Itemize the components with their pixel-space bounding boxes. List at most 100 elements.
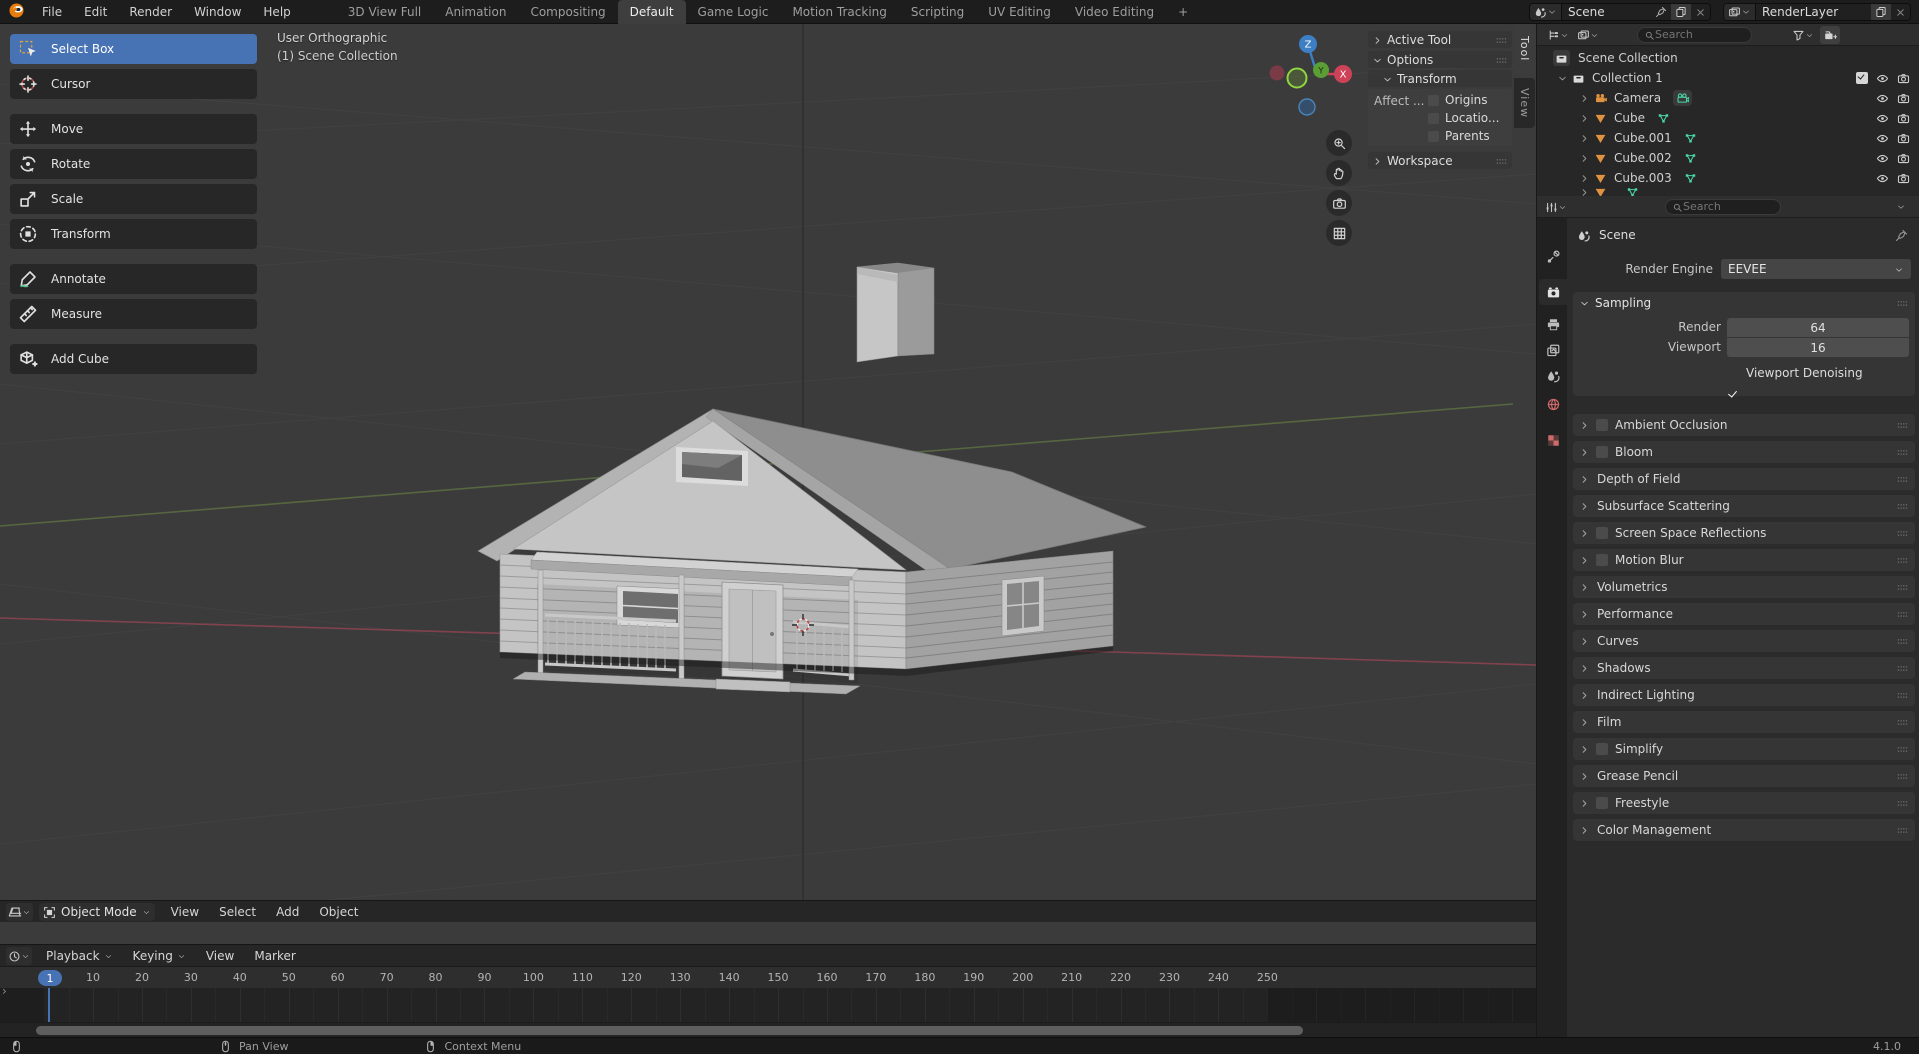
outliner-row-collection 1[interactable]: Collection 1 <box>1537 68 1919 88</box>
menu-edit[interactable]: Edit <box>73 0 118 24</box>
timeline-menu-view[interactable]: View <box>196 949 244 963</box>
outliner-row-cube[interactable]: Cube <box>1537 108 1919 128</box>
tool-transform[interactable]: Transform <box>10 219 257 249</box>
properties-search[interactable] <box>1665 199 1781 215</box>
hide-toggle[interactable] <box>1876 111 1889 125</box>
npanel-options[interactable]: Options <box>1368 51 1512 68</box>
section-checkbox[interactable] <box>1596 797 1608 809</box>
section-simplify[interactable]: Simplify <box>1573 738 1915 760</box>
close-icon[interactable] <box>1891 4 1910 20</box>
editor-type-button[interactable] <box>6 903 33 921</box>
outliner-search-input[interactable] <box>1655 28 1745 41</box>
properties-tab-output[interactable] <box>1539 311 1567 337</box>
playhead-line[interactable] <box>48 988 50 1022</box>
tool-annotate[interactable]: Annotate <box>10 264 257 294</box>
section-ambient-occlusion[interactable]: Ambient Occlusion <box>1573 414 1915 436</box>
section-checkbox[interactable] <box>1596 446 1608 458</box>
hide-toggle[interactable] <box>1876 91 1889 105</box>
outliner-row-cube-003[interactable]: Cube.003 <box>1537 168 1919 188</box>
outliner-filter-dropdown[interactable] <box>1790 26 1816 44</box>
add-workspace-button[interactable]: + <box>1166 0 1200 24</box>
section-motion-blur[interactable]: Motion Blur <box>1573 549 1915 571</box>
pin-icon[interactable] <box>1651 4 1671 20</box>
blender-logo-icon[interactable] <box>8 2 25 22</box>
workspace-tab-default[interactable]: Default <box>618 0 686 24</box>
current-frame-badge[interactable]: 1 <box>38 970 62 986</box>
browse-scene-button[interactable] <box>1530 4 1562 20</box>
scene-name[interactable]: Scene <box>1562 5 1651 19</box>
npanel-workspace[interactable]: Workspace <box>1368 152 1512 169</box>
navigation-gizmo[interactable]: Z Y X <box>1258 32 1368 142</box>
hide-toggle[interactable] <box>1876 131 1889 145</box>
outliner-display-mode-dropdown[interactable] <box>1545 26 1571 44</box>
npanel-transform[interactable]: Transform <box>1368 70 1512 87</box>
menu-render[interactable]: Render <box>118 0 183 24</box>
tool-cursor[interactable]: Cursor <box>10 69 257 99</box>
section-color-management[interactable]: Color Management <box>1573 819 1915 841</box>
render-visibility-toggle[interactable] <box>1897 111 1910 125</box>
properties-tab-texture[interactable] <box>1539 427 1567 453</box>
section-checkbox[interactable] <box>1596 554 1608 566</box>
properties-tab-render[interactable] <box>1539 279 1567 305</box>
timeline-scrollbar-thumb[interactable] <box>36 1026 1303 1035</box>
outliner-filter-mode-dropdown[interactable] <box>1575 26 1601 44</box>
section-subsurface-scattering[interactable]: Subsurface Scattering <box>1573 495 1915 517</box>
properties-options-dropdown[interactable] <box>1891 198 1911 216</box>
section-checkbox[interactable] <box>1596 743 1608 755</box>
tool-rotate[interactable]: Rotate <box>10 149 257 179</box>
new-layer-button[interactable] <box>1871 4 1891 20</box>
close-icon[interactable] <box>1691 4 1710 20</box>
timeline-menu-playback[interactable]: Playback <box>36 949 123 963</box>
checkbox[interactable] <box>1428 95 1439 106</box>
section-screen-space-reflections[interactable]: Screen Space Reflections <box>1573 522 1915 544</box>
render-layer-name[interactable]: RenderLayer <box>1756 5 1871 19</box>
outliner-row-scene-collection[interactable]: Scene Collection <box>1537 48 1919 68</box>
tool-scale[interactable]: Scale <box>10 184 257 214</box>
menu-file[interactable]: File <box>31 0 73 24</box>
outliner-search[interactable] <box>1637 27 1752 43</box>
tool-select-box[interactable]: Select Box <box>10 34 257 64</box>
outliner-row-cube-001[interactable]: Cube.001 <box>1537 128 1919 148</box>
pan-button[interactable] <box>1326 160 1352 186</box>
section-checkbox[interactable] <box>1596 527 1608 539</box>
timeline-editor-type-button[interactable] <box>6 947 32 965</box>
render-visibility-toggle[interactable] <box>1897 131 1910 145</box>
hide-toggle[interactable] <box>1876 151 1889 165</box>
render-engine-dropdown[interactable]: EEVEE <box>1721 259 1911 279</box>
section-curves[interactable]: Curves <box>1573 630 1915 652</box>
viewport-menu-select[interactable]: Select <box>209 905 266 919</box>
timeline-ruler[interactable]: 1020304050607080901001101201301401501601… <box>0 966 1536 988</box>
section-indirect-lighting[interactable]: Indirect Lighting <box>1573 684 1915 706</box>
npanel-tab-view[interactable]: View <box>1514 78 1535 128</box>
section-shadows[interactable]: Shadows <box>1573 657 1915 679</box>
checkbox[interactable] <box>1428 131 1439 142</box>
tool-move[interactable]: Move <box>10 114 257 144</box>
workspace-tab-scripting[interactable]: Scripting <box>899 0 976 24</box>
tool-measure[interactable]: Measure <box>10 299 257 329</box>
new-collection-button[interactable] <box>1820 26 1840 44</box>
section-bloom[interactable]: Bloom <box>1573 441 1915 463</box>
checkbox[interactable] <box>1428 113 1439 124</box>
outliner-row-cube-002[interactable]: Cube.002 <box>1537 148 1919 168</box>
workspace-tab-uv-editing[interactable]: UV Editing <box>976 0 1063 24</box>
viewport-menu-view[interactable]: View <box>161 905 209 919</box>
section-grease-pencil[interactable]: Grease Pencil <box>1573 765 1915 787</box>
workspace-tab-video-editing[interactable]: Video Editing <box>1063 0 1166 24</box>
section-checkbox[interactable] <box>1596 419 1608 431</box>
sampling-viewport-field[interactable]: 16 <box>1727 338 1909 357</box>
section-depth-of-field[interactable]: Depth of Field <box>1573 468 1915 490</box>
viewport-menu-add[interactable]: Add <box>266 905 309 919</box>
timeline-expand-chevron[interactable]: › <box>2 984 7 998</box>
toggle-ortho-button[interactable] <box>1326 220 1352 246</box>
new-scene-button[interactable] <box>1671 4 1691 20</box>
render-visibility-toggle[interactable] <box>1897 71 1910 85</box>
hide-toggle[interactable] <box>1876 171 1889 185</box>
workspace-tab-compositing[interactable]: Compositing <box>518 0 617 24</box>
affect-locatio[interactable]: Locatio... <box>1428 110 1499 126</box>
section-volumetrics[interactable]: Volumetrics <box>1573 576 1915 598</box>
zoom-button[interactable] <box>1326 130 1352 156</box>
browse-layer-button[interactable] <box>1724 4 1756 20</box>
hide-toggle[interactable] <box>1876 71 1889 85</box>
timeline-tracks[interactable] <box>0 988 1536 1022</box>
properties-tab-viewlayer[interactable] <box>1539 337 1567 363</box>
